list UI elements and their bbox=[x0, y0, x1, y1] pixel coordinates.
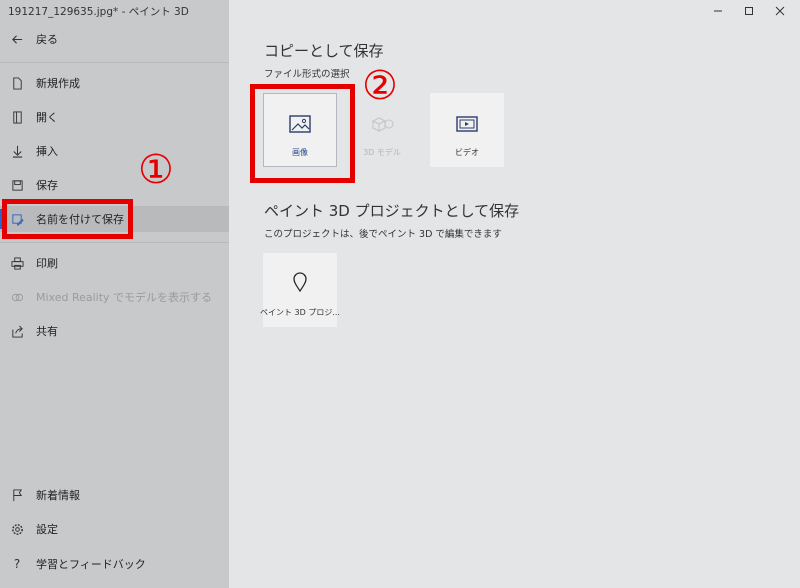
highlight-box-save-as bbox=[2, 199, 133, 239]
close-icon bbox=[775, 6, 785, 16]
sidebar-item-feedback[interactable]: ? 学習とフィードバック bbox=[0, 551, 229, 577]
sidebar-divider bbox=[0, 242, 229, 243]
tile-label: 3D モデル bbox=[363, 147, 401, 157]
sidebar-item-whats-new[interactable]: 新着情報 bbox=[0, 482, 229, 508]
sidebar-item-open[interactable]: 開く bbox=[0, 104, 229, 130]
back-arrow-icon bbox=[10, 32, 24, 46]
mixed-reality-icon bbox=[10, 290, 24, 304]
minimize-icon bbox=[714, 10, 722, 12]
back-button[interactable]: 戻る bbox=[0, 26, 229, 52]
sidebar-item-insert[interactable]: 挿入 bbox=[0, 138, 229, 164]
annotation-step2: ② bbox=[362, 63, 398, 109]
copy-section-subtitle: ファイル形式の選択 bbox=[264, 69, 350, 80]
minimize-button[interactable] bbox=[706, 3, 730, 19]
sidebar-item-label: 新規作成 bbox=[36, 77, 80, 90]
maximize-icon bbox=[745, 7, 753, 15]
sidebar-item-label: 開く bbox=[36, 111, 58, 124]
annotation-step1: ① bbox=[138, 147, 174, 193]
project-section-title: ペイント 3D プロジェクトとして保存 bbox=[264, 202, 520, 220]
save-icon bbox=[10, 178, 24, 192]
back-label: 戻る bbox=[36, 33, 58, 46]
gear-icon bbox=[10, 522, 24, 536]
sidebar-item-save[interactable]: 保存 bbox=[0, 172, 229, 198]
sidebar-item-label: 保存 bbox=[36, 179, 58, 192]
project-section-subtitle: このプロジェクトは、後でペイント 3D で編集できます bbox=[264, 229, 502, 240]
sidebar-item-label: 新着情報 bbox=[36, 489, 80, 502]
sidebar-item-share[interactable]: 共有 bbox=[0, 318, 229, 344]
tile-paint3d-project[interactable]: ペイント 3D プロジ... bbox=[260, 253, 340, 327]
sidebar-item-label: 共有 bbox=[36, 325, 58, 338]
tile-video[interactable]: ビデオ bbox=[430, 93, 504, 167]
copy-section-title: コピーとして保存 bbox=[264, 42, 384, 60]
maximize-button[interactable] bbox=[737, 3, 761, 19]
video-icon bbox=[456, 103, 478, 133]
sidebar-item-label: 印刷 bbox=[36, 257, 58, 270]
highlight-box-image-tile bbox=[250, 84, 355, 183]
sidebar-item-label: 学習とフィードバック bbox=[36, 558, 146, 571]
tile-label: ペイント 3D プロジ... bbox=[260, 307, 340, 317]
sidebar-item-mixed-reality: Mixed Reality でモデルを表示する bbox=[0, 284, 229, 310]
insert-icon bbox=[10, 144, 24, 158]
print-icon bbox=[10, 256, 24, 270]
flag-icon bbox=[10, 488, 24, 502]
paint3d-project-icon bbox=[291, 263, 309, 293]
sidebar-item-label: 挿入 bbox=[36, 145, 58, 158]
window-title: 191217_129635.jpg* - ペイント 3D bbox=[8, 6, 189, 18]
sidebar-item-new[interactable]: 新規作成 bbox=[0, 70, 229, 96]
sidebar: 191217_129635.jpg* - ペイント 3D 戻る 新規作成 開く … bbox=[0, 0, 229, 588]
tile-label: ビデオ bbox=[455, 147, 479, 157]
help-icon: ? bbox=[13, 557, 21, 571]
open-file-icon bbox=[10, 110, 24, 124]
new-file-icon bbox=[10, 76, 24, 90]
share-icon bbox=[10, 324, 24, 338]
sidebar-item-print[interactable]: 印刷 bbox=[0, 250, 229, 276]
close-button[interactable] bbox=[768, 3, 792, 19]
sidebar-item-label: 設定 bbox=[36, 523, 58, 536]
sidebar-item-label: Mixed Reality でモデルを表示する bbox=[36, 291, 213, 304]
sidebar-item-settings[interactable]: 設定 bbox=[0, 516, 229, 542]
sidebar-divider bbox=[0, 62, 229, 63]
